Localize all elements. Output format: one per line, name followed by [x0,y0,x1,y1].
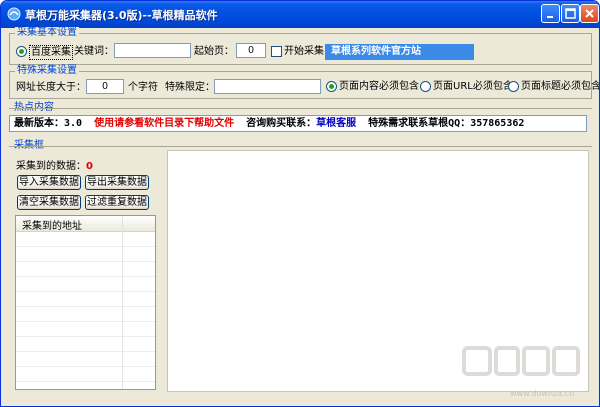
keyword-input[interactable] [114,43,191,58]
list-gridline [16,291,155,292]
filter-duplicates-button[interactable]: 过滤重复数据 [85,195,149,210]
close-button[interactable] [580,4,599,23]
import-data-button[interactable]: 导入采集数据 [17,175,81,190]
start-page-label: 起始页： [194,46,234,57]
minimize-button[interactable] [541,4,560,23]
count-value: 0 [86,161,93,172]
list-gridline [16,246,155,247]
watermark-logo [462,346,580,376]
maximize-button[interactable] [561,4,580,23]
list-gridline [16,321,155,322]
list-gridline [16,276,155,277]
hot-divider [9,108,592,109]
contact-label: 咨询购买联系： [246,118,317,129]
list-gridline [16,381,155,382]
content-radio-label[interactable]: 页面内容必须包含 [339,80,419,93]
list-header[interactable]: 采集到的地址 [16,216,155,232]
url-length-input[interactable] [86,79,124,94]
baidu-label[interactable]: 百度采集 [29,45,73,60]
help-text: 使用请参看软件目录下帮助文件 [94,118,235,129]
list-gridline [16,366,155,367]
list-gridline [16,261,155,262]
version-text: 最新版本：3.0 [14,118,83,129]
count-label: 采集到的数据： [16,161,86,172]
maximize-icon [565,8,576,19]
special-settings-group: 特殊采集设置 网址长度大于： 个字符 特殊限定： 页面内容必须包含 页面URL必… [9,65,599,99]
list-gridline [16,351,155,352]
special-limit-input[interactable] [214,79,321,94]
export-data-button[interactable]: 导出采集数据 [85,175,149,190]
start-collect-checkbox[interactable] [271,46,282,57]
minimize-icon [547,16,553,18]
keyword-label: 关键词： [74,46,114,57]
basic-settings-title: 采集基本设置 [15,27,79,39]
baidu-radio[interactable] [16,46,27,57]
contact-name[interactable]: 草根客服 [316,118,356,129]
start-collect-label[interactable]: 开始采集 [284,45,324,58]
special-limit-label: 特殊限定： [165,82,215,93]
window-title: 草根万能采集器(3.0版)--草根精品软件 [25,9,218,22]
official-site-link[interactable]: 草根系列软件官方站 [325,44,474,60]
special-settings-title: 特殊采集设置 [15,65,79,77]
url-radio-label[interactable]: 页面URL必须包含 [433,80,513,93]
content-radio[interactable] [326,81,337,92]
app-icon [7,7,21,21]
url-length-label: 网址长度大于： [16,82,86,93]
list-column-separator [122,216,123,389]
collect-divider [9,146,592,147]
watermark-url: www.downza.cn [510,389,575,398]
close-icon [585,9,594,18]
title-radio[interactable] [508,81,519,92]
hot-content-box: 最新版本：3.0 使用请参看软件目录下帮助文件 咨询购买联系：草根客服 特殊需求… [9,115,587,132]
chars-label: 个字符 [128,82,158,93]
list-gridline [16,336,155,337]
title-radio-label[interactable]: 页面标题必须包含 [521,80,599,93]
list-header-url[interactable]: 采集到的地址 [22,217,82,232]
title-bar[interactable]: 草根万能采集器(3.0版)--草根精品软件 [1,1,599,28]
clear-data-button[interactable]: 清空采集数据 [17,195,81,210]
url-radio[interactable] [420,81,431,92]
special-contact-text: 特殊需求联系草根QQ：357865362 [368,118,525,129]
basic-settings-group: 采集基本设置 百度采集 关键词： 起始页： 开始采集 草根系列软件官方站 [9,27,592,65]
collected-url-list[interactable]: 采集到的地址 [15,215,156,390]
start-page-input[interactable] [236,43,266,58]
list-gridline [16,306,155,307]
